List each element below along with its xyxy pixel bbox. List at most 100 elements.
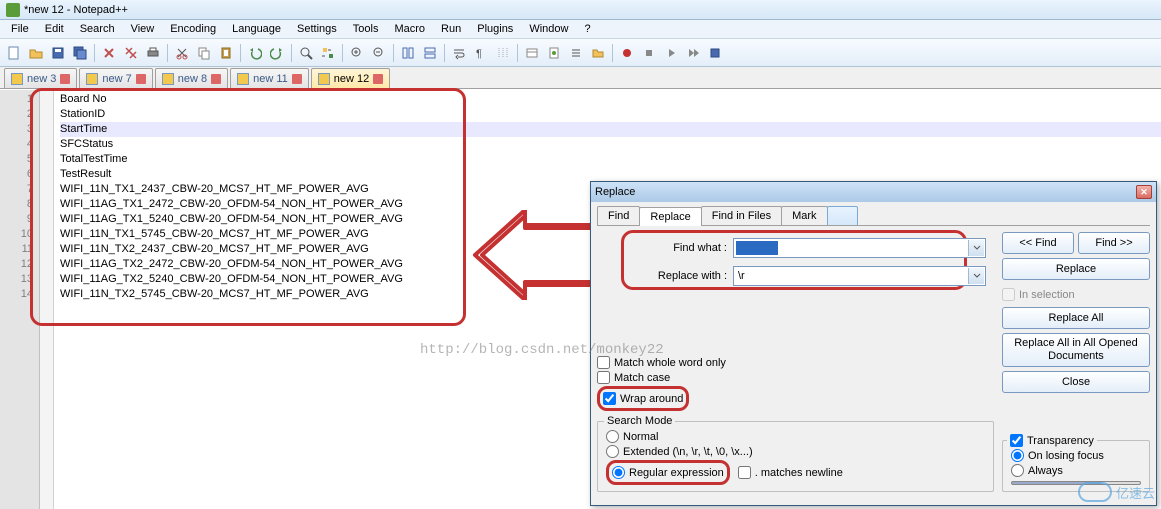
replace-dropdown-icon[interactable] [968, 268, 984, 284]
code-line[interactable]: StationID [60, 107, 1161, 122]
replace-with-input[interactable]: \r [733, 266, 986, 286]
dialog-title: Replace [595, 186, 635, 198]
transparency-checkbox[interactable]: Transparency [1007, 434, 1097, 447]
copy-button[interactable] [194, 43, 214, 63]
doc-tab[interactable]: new 12 [311, 68, 390, 88]
code-line[interactable]: Board No [60, 92, 1161, 107]
new-file-button[interactable] [4, 43, 24, 63]
match-whole-word-checkbox[interactable]: Match whole word only [597, 356, 994, 369]
paste-button[interactable] [216, 43, 236, 63]
code-line[interactable]: TestResult [60, 167, 1161, 182]
open-file-button[interactable] [26, 43, 46, 63]
tab-extra[interactable] [827, 206, 858, 225]
show-all-chars-button[interactable]: ¶ [471, 43, 491, 63]
find-button[interactable] [296, 43, 316, 63]
wrap-around-checkbox[interactable]: Wrap around [603, 392, 683, 405]
tab-close-icon[interactable] [211, 74, 221, 84]
doc-tab[interactable]: new 3 [4, 68, 77, 88]
tab-close-icon[interactable] [373, 74, 383, 84]
menu-bar: FileEditSearchViewEncodingLanguageSettin… [0, 20, 1161, 39]
menu-view[interactable]: View [124, 21, 162, 37]
file-icon [237, 73, 249, 85]
menu-settings[interactable]: Settings [290, 21, 344, 37]
dialog-close-button[interactable]: ✕ [1136, 185, 1152, 199]
close-button[interactable] [99, 43, 119, 63]
code-line[interactable]: SFCStatus [60, 137, 1161, 152]
mode-extended-radio[interactable]: Extended (\n, \r, \t, \0, \x...) [606, 445, 985, 458]
func-list-button[interactable] [566, 43, 586, 63]
match-case-checkbox[interactable]: Match case [597, 371, 994, 384]
zoom-in-button[interactable] [347, 43, 367, 63]
wrap-button[interactable] [449, 43, 469, 63]
sync-v-button[interactable] [398, 43, 418, 63]
window-titlebar: *new 12 - Notepad++ [0, 0, 1161, 20]
stop-macro-button[interactable] [639, 43, 659, 63]
folder-button[interactable] [588, 43, 608, 63]
find-what-label: Find what : [637, 242, 727, 254]
mode-normal-radio[interactable]: Normal [606, 430, 985, 443]
menu-file[interactable]: File [4, 21, 36, 37]
annotation-regex-ring: Regular expression [606, 460, 730, 485]
tab-close-icon[interactable] [292, 74, 302, 84]
close-all-button[interactable] [121, 43, 141, 63]
sync-h-button[interactable] [420, 43, 440, 63]
replace-with-label: Replace with : [637, 270, 727, 282]
find-what-input[interactable] [733, 238, 986, 258]
tab-replace[interactable]: Replace [639, 207, 701, 226]
cut-button[interactable] [172, 43, 192, 63]
undo-button[interactable] [245, 43, 265, 63]
close-button-dlg[interactable]: Close [1002, 371, 1150, 393]
doc-tab[interactable]: new 11 [230, 68, 309, 88]
trans-on-losing-radio[interactable]: On losing focus [1011, 449, 1141, 462]
code-line[interactable]: StartTime [60, 122, 1161, 137]
tab-close-icon[interactable] [136, 74, 146, 84]
replace-all-opened-button[interactable]: Replace All in All Opened Documents [1002, 333, 1150, 367]
file-icon [318, 73, 330, 85]
save-macro-button[interactable] [705, 43, 725, 63]
menu-macro[interactable]: Macro [387, 21, 432, 37]
menu-[interactable]: ? [577, 21, 597, 37]
menu-search[interactable]: Search [73, 21, 122, 37]
redo-button[interactable] [267, 43, 287, 63]
tab-close-icon[interactable] [60, 74, 70, 84]
doc-tab[interactable]: new 8 [155, 68, 228, 88]
play-multi-button[interactable] [683, 43, 703, 63]
dialog-titlebar[interactable]: Replace ✕ [591, 182, 1156, 202]
code-line[interactable]: TotalTestTime [60, 152, 1161, 167]
replace-all-button[interactable]: Replace All [1002, 307, 1150, 329]
file-icon [11, 73, 23, 85]
record-macro-button[interactable] [617, 43, 637, 63]
doc-tab[interactable]: new 7 [79, 68, 152, 88]
doc-map-button[interactable] [544, 43, 564, 63]
app-icon [6, 3, 20, 17]
lang-button[interactable] [522, 43, 542, 63]
in-selection-checkbox[interactable]: In selection [1002, 288, 1150, 301]
menu-tools[interactable]: Tools [346, 21, 386, 37]
save-button[interactable] [48, 43, 68, 63]
window-title: *new 12 - Notepad++ [24, 4, 128, 16]
menu-window[interactable]: Window [522, 21, 575, 37]
mode-regex-radio[interactable]: Regular expression [612, 466, 724, 479]
play-macro-button[interactable] [661, 43, 681, 63]
menu-plugins[interactable]: Plugins [470, 21, 520, 37]
trans-always-radio[interactable]: Always [1011, 464, 1141, 477]
menu-language[interactable]: Language [225, 21, 288, 37]
find-next-button[interactable]: Find >> [1078, 232, 1150, 254]
matches-newline-checkbox[interactable]: . matches newline [738, 466, 843, 479]
menu-edit[interactable]: Edit [38, 21, 71, 37]
tab-mark[interactable]: Mark [781, 206, 827, 225]
search-mode-label: Search Mode [604, 415, 675, 427]
tab-find[interactable]: Find [597, 206, 640, 225]
menu-run[interactable]: Run [434, 21, 468, 37]
find-dropdown-icon[interactable] [968, 240, 984, 256]
tab-find-in-files[interactable]: Find in Files [701, 206, 782, 225]
replace-button[interactable]: Replace [1002, 258, 1150, 280]
zoom-out-button[interactable] [369, 43, 389, 63]
replace-button[interactable] [318, 43, 338, 63]
indent-guide-button[interactable] [493, 43, 513, 63]
save-all-button[interactable] [70, 43, 90, 63]
find-prev-button[interactable]: << Find [1002, 232, 1074, 254]
print-button[interactable] [143, 43, 163, 63]
menu-encoding[interactable]: Encoding [163, 21, 223, 37]
cloud-icon [1078, 482, 1112, 502]
